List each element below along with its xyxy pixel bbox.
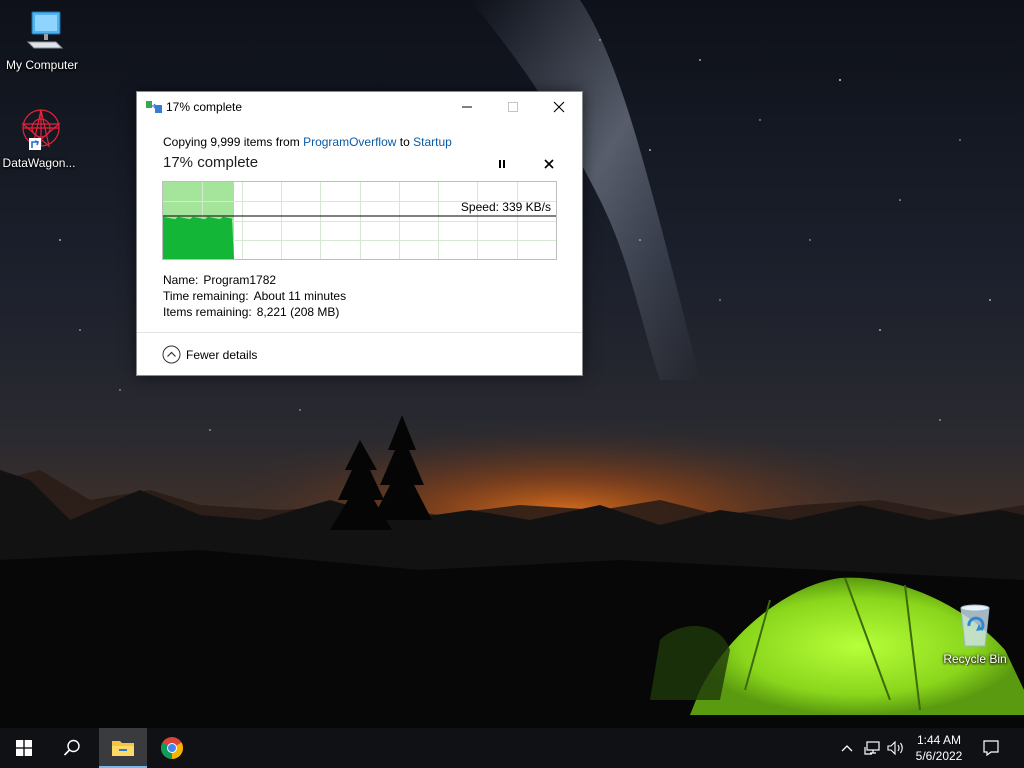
cancel-button[interactable] [539, 154, 559, 174]
detail-time-value: About 11 minutes [253, 289, 347, 303]
progress-heading: 17% complete [163, 154, 259, 171]
cancel-icon [544, 159, 554, 169]
datawagon-app-icon [15, 106, 63, 154]
clock-date: 5/6/2022 [915, 749, 963, 763]
copy-prefix-text: Copying 9,999 items from [163, 135, 300, 149]
source-folder-link[interactable]: ProgramOverflow [303, 135, 396, 149]
clock-time: 1:44 AM [916, 733, 962, 747]
desktop-icon-datawagon[interactable]: DataWagon... [0, 106, 81, 170]
dialog-titlebar[interactable]: 17% complete [137, 92, 582, 121]
chevron-up-circle-icon [162, 345, 181, 364]
search-icon [63, 739, 80, 756]
windows-start-icon [16, 740, 32, 756]
copy-details: Name: Program1782 Time remaining: About 11… [163, 272, 346, 320]
chrome-icon [161, 737, 183, 759]
file-explorer-icon [112, 741, 134, 756]
copy-progress-dialog: 17% complete Copying 9,999 items from Pr… [136, 91, 583, 376]
computer-icon [18, 8, 66, 56]
speed-history-area [163, 216, 234, 259]
detail-name-value: Program1782 [203, 273, 277, 287]
desktop-icon-label: Recycle Bin [943, 652, 1007, 666]
speed-label: Speed: 339 KB/s [460, 200, 551, 214]
pause-button[interactable] [492, 154, 512, 174]
taskbar-file-explorer[interactable] [99, 728, 147, 768]
detail-items-value: 8,221 (208 MB) [256, 305, 340, 319]
destination-folder-link[interactable]: Startup [413, 135, 452, 149]
file-copy-icon [146, 100, 162, 113]
taskbar-chrome[interactable] [148, 728, 196, 768]
pause-icon [499, 160, 505, 168]
detail-items-row: Items remaining: 8,221 (208 MB) [163, 304, 346, 320]
close-button[interactable] [536, 92, 582, 121]
detail-items-label: Items remaining: [163, 305, 252, 319]
volume-button[interactable] [884, 728, 908, 768]
speed-graph-canvas [163, 182, 556, 259]
maximize-button[interactable] [490, 92, 536, 121]
taskbar-clock[interactable]: 1:44 AM 5/6/2022 [908, 728, 970, 768]
dialog-separator [137, 332, 582, 333]
volume-icon [887, 741, 903, 755]
chevron-up-icon [841, 745, 853, 752]
desktop-icon-label: DataWagon... [2, 156, 76, 170]
close-icon [553, 101, 565, 112]
network-button[interactable] [860, 728, 884, 768]
start-button[interactable] [0, 728, 48, 768]
detail-time-row: Time remaining: About 11 minutes [163, 288, 346, 304]
detail-time-label: Time remaining: [163, 289, 249, 303]
copy-connector-text: to [399, 135, 410, 149]
maximize-icon [508, 101, 518, 112]
dialog-title: 17% complete [166, 100, 243, 114]
fewer-details-button[interactable]: Fewer details [162, 345, 257, 364]
taskbar: 1:44 AM 5/6/2022 [0, 728, 1024, 768]
show-hidden-icons-button[interactable] [836, 728, 858, 768]
notification-icon [983, 740, 999, 756]
minimize-button[interactable] [444, 92, 490, 121]
network-icon [864, 741, 880, 755]
search-button[interactable] [48, 728, 96, 768]
desktop-icon-recycle-bin[interactable]: Recycle Bin [933, 602, 1017, 666]
action-center-button[interactable] [976, 728, 1006, 768]
copy-description: Copying 9,999 items from ProgramOverflow… [163, 135, 452, 149]
fewer-details-label: Fewer details [186, 347, 258, 362]
detail-name-row: Name: Program1782 [163, 272, 346, 288]
minimize-icon [462, 106, 472, 107]
desktop-icon-my-computer[interactable]: My Computer [0, 8, 84, 72]
detail-name-label: Name: [163, 273, 199, 287]
recycle-bin-icon [951, 602, 999, 650]
speed-graph: Speed: 339 KB/s [162, 181, 557, 260]
desktop-icon-label: My Computer [5, 58, 79, 72]
